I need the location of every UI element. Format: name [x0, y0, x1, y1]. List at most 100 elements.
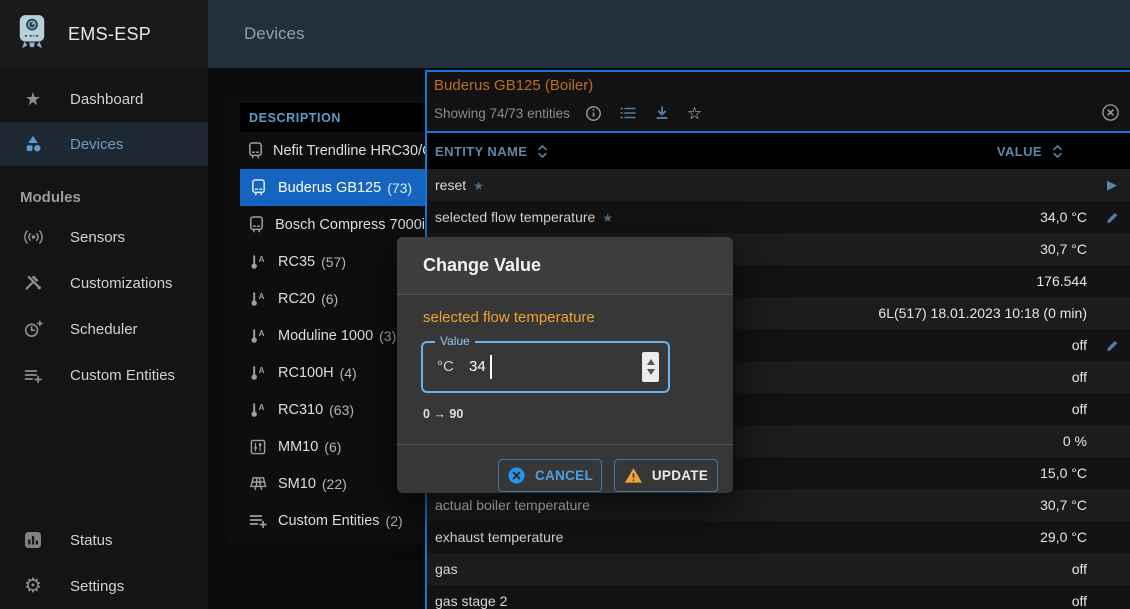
sidebar-item-label: Settings — [70, 578, 124, 595]
device-entity-count: (73) — [387, 180, 412, 196]
entity-table-header: ENTITY NAME VALUE — [427, 133, 1130, 169]
value-unit: °C — [437, 343, 454, 391]
entity-row-gas[interactable]: gasoff — [427, 553, 1130, 585]
sort-icon — [537, 144, 548, 159]
sidebar-item-dashboard[interactable]: ★ Dashboard — [0, 77, 208, 121]
value-range-hint: 0 → 90 — [423, 407, 463, 421]
device-list-panel: DESCRIPTION Nefit Trendline HRC30/C Buder… — [225, 96, 425, 545]
device-entity-count: (6) — [324, 439, 341, 455]
number-spinner[interactable] — [642, 352, 659, 382]
entity-value: 0 % — [1063, 425, 1087, 457]
value-input[interactable]: Value °C 34 — [421, 341, 670, 393]
entity-value: 30,7 °C — [1040, 489, 1087, 521]
boiler-icon — [248, 142, 263, 159]
thermostat-icon: A — [248, 402, 268, 418]
sidebar-item-devices[interactable]: Devices — [0, 122, 208, 166]
svg-text:A: A — [259, 255, 265, 264]
entity-toolbar: ☆ — [587, 105, 702, 122]
category-icon — [20, 135, 46, 153]
sidebar-item-customizations[interactable]: Customizations — [0, 261, 208, 305]
star-outline-icon[interactable]: ☆ — [687, 105, 702, 122]
entity-name: gas stage 2 — [435, 585, 507, 609]
boiler-logo-icon — [16, 13, 48, 55]
app-title: EMS-ESP — [68, 24, 151, 45]
spinner-down-icon[interactable] — [647, 369, 655, 375]
page-title: Devices — [244, 0, 304, 68]
device-item-nefit-trendline-hrc30-c[interactable]: Nefit Trendline HRC30/C — [240, 132, 425, 169]
device-entity-count: (57) — [321, 254, 346, 270]
circle-x-icon[interactable] — [1101, 103, 1120, 122]
entity-row-selected-flow-temperature[interactable]: selected flow temperature★34,0 °C — [427, 201, 1130, 233]
column-entity-name-label: ENTITY NAME — [435, 144, 527, 159]
device-item-buderus-gb125[interactable]: Buderus GB125(73) — [240, 169, 425, 206]
device-item-custom-entities[interactable]: Custom Entities(2) — [240, 502, 425, 539]
device-name: Bosch Compress 7000i — [275, 217, 425, 233]
sidebar-item-sensors[interactable]: Sensors — [0, 215, 208, 259]
sidebar: EMS-ESP ★ Dashboard Devices Modules Sensor… — [0, 0, 208, 609]
device-list-column-header[interactable]: DESCRIPTION — [240, 103, 425, 132]
boiler-icon — [248, 216, 265, 233]
entity-row-reset[interactable]: reset★ ▶ — [427, 169, 1130, 201]
sidebar-item-label: Custom Entities — [70, 367, 175, 384]
device-name: Moduline 1000 — [278, 328, 373, 344]
sidebar-item-custom-entities[interactable]: Custom Entities — [0, 353, 208, 397]
entity-row-exhaust-temperature[interactable]: exhaust temperature 29,0 °C — [427, 521, 1130, 553]
device-name: RC310 — [278, 402, 323, 418]
gear-icon: ⚙ — [20, 576, 46, 596]
device-item-bosch-compress-7000i[interactable]: Bosch Compress 7000i — [240, 206, 425, 243]
update-button[interactable]: UPDATE — [614, 459, 718, 492]
list-view-icon[interactable] — [619, 105, 637, 121]
entity-value: off — [1072, 585, 1087, 609]
device-entity-count: (3) — [379, 328, 396, 344]
top-bar: Devices — [208, 0, 1130, 68]
entity-value: 29,0 °C — [1040, 521, 1087, 553]
sidebar-item-label: Sensors — [70, 229, 125, 246]
device-name: Nefit Trendline HRC30/C — [273, 143, 425, 159]
sidebar-item-label: Dashboard — [70, 91, 143, 108]
device-name: MM10 — [278, 439, 318, 455]
column-value-label: VALUE — [997, 144, 1042, 159]
ems-esp-app: EMS-ESP ★ Dashboard Devices Modules Sensor… — [0, 0, 1130, 609]
modules-section-label: Modules — [20, 189, 81, 206]
sidebar-item-label: Status — [70, 532, 113, 549]
device-entity-count: (22) — [322, 476, 347, 492]
device-rows: Nefit Trendline HRC30/C Buderus GB125(73)… — [225, 132, 425, 539]
edit-icon[interactable] — [1100, 329, 1124, 361]
cancel-button-label: CANCEL — [535, 468, 593, 483]
entity-name: reset★ — [435, 169, 484, 202]
showing-entities-text: Showing 74/73 entities — [434, 106, 570, 121]
cancel-circle-icon — [507, 466, 526, 485]
thermostat-icon: A — [248, 328, 268, 344]
cancel-button[interactable]: CANCEL — [498, 459, 602, 492]
spinner-up-icon[interactable] — [647, 359, 655, 365]
download-icon[interactable] — [654, 105, 670, 121]
sidebar-item-settings[interactable]: ⚙ Settings — [0, 564, 208, 608]
thermostat-icon: A — [248, 365, 268, 381]
star-icon: ★ — [20, 90, 46, 108]
column-value[interactable]: VALUE — [997, 133, 1063, 169]
device-name: SM10 — [278, 476, 316, 492]
entity-value: off — [1072, 361, 1087, 393]
device-entity-count: (4) — [340, 365, 357, 381]
change-value-dialog: Change Value selected flow temperature V… — [397, 237, 733, 493]
device-entity-count: (6) — [321, 291, 338, 307]
column-entity-name[interactable]: ENTITY NAME — [435, 133, 548, 169]
mixer-icon — [248, 439, 268, 455]
entity-value: off — [1072, 393, 1087, 425]
entity-name: exhaust temperature — [435, 521, 563, 553]
sidebar-item-status[interactable]: Status — [0, 518, 208, 562]
device-entity-count: (63) — [329, 402, 354, 418]
play-icon[interactable]: ▶ — [1100, 169, 1124, 201]
boiler-icon — [248, 179, 268, 196]
sidebar-item-scheduler[interactable]: Scheduler — [0, 307, 208, 351]
info-icon[interactable] — [585, 105, 602, 122]
app-header: EMS-ESP — [0, 0, 208, 68]
sidebar-item-label: Customizations — [70, 275, 173, 292]
favorite-star-icon: ★ — [602, 211, 613, 225]
entity-value: 30,7 °C — [1040, 233, 1087, 265]
entity-name: selected flow temperature★ — [435, 201, 613, 234]
favorite-star-icon: ★ — [473, 179, 484, 193]
warning-triangle-icon — [624, 467, 643, 484]
edit-icon[interactable] — [1100, 201, 1124, 233]
entity-row-gas-stage-2[interactable]: gas stage 2 off — [427, 585, 1130, 609]
